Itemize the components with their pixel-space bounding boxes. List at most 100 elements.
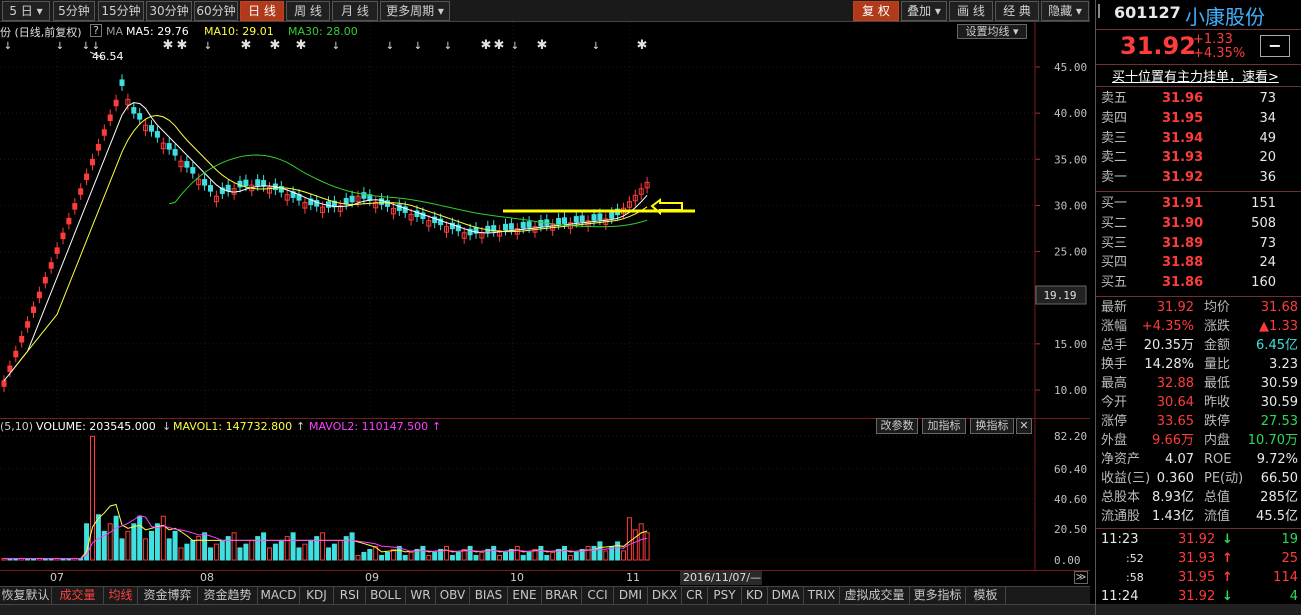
event-marker-icon[interactable]: ↓: [592, 41, 600, 52]
hide-dropdown[interactable]: 隐藏 ▾: [1041, 1, 1089, 21]
event-marker-icon[interactable]: ✱: [296, 38, 307, 53]
indicator-tab[interactable]: CR: [682, 587, 708, 605]
scroll-right-icon[interactable]: ≫: [1074, 571, 1088, 584]
volume-bar: [119, 538, 125, 561]
indicator-tab[interactable]: DMI: [614, 587, 648, 605]
event-marker-icon[interactable]: ↓: [386, 41, 394, 52]
quote-panel: 601127 小康股份 31.92 +1.33 +4.35% − 买十位置有主力…: [1095, 0, 1301, 615]
bid-row[interactable]: 买一 31.91 151: [1096, 194, 1301, 213]
volume-bar: [202, 532, 208, 561]
event-marker-icon[interactable]: ✱: [637, 38, 648, 53]
bid-row[interactable]: 买三 31.89 73: [1096, 234, 1301, 253]
ask-row[interactable]: 卖二 31.93 20: [1096, 148, 1301, 167]
more-periods-dropdown[interactable]: 更多周期 ▾: [380, 1, 450, 21]
stat-value: 33.65: [1156, 414, 1194, 429]
event-marker-icon[interactable]: ✱: [163, 38, 174, 53]
indicator-tab[interactable]: 均线: [104, 587, 138, 605]
event-marker-icon[interactable]: ↓: [332, 41, 340, 52]
indicator-tab[interactable]: KD: [742, 587, 768, 605]
volume-bar: [473, 554, 479, 561]
indicator-tab[interactable]: BOLL: [366, 587, 406, 605]
event-marker-icon[interactable]: ✱: [494, 38, 505, 53]
volume-bar: [272, 543, 278, 561]
period-5day-button[interactable]: 5 日 ▾: [2, 1, 50, 21]
indicator-tab[interactable]: TRIX: [804, 587, 840, 605]
restore-rights-button[interactable]: 复 权: [853, 1, 899, 21]
ask-row[interactable]: 卖三 31.94 49: [1096, 129, 1301, 148]
ask-row[interactable]: 卖四 31.95 34: [1096, 109, 1301, 128]
indicator-tab[interactable]: 模板: [966, 587, 1006, 605]
period-weekly-button[interactable]: 周 线: [286, 1, 330, 21]
tick-price: 31.95: [1178, 570, 1216, 585]
stat-value: 10.70万: [1247, 433, 1298, 448]
indicator-tab[interactable]: BIAS: [470, 587, 508, 605]
main-force-banner-link[interactable]: 买十位置有主力挂单，速看>: [1112, 66, 1279, 85]
bid-row[interactable]: 买四 31.88 24: [1096, 253, 1301, 272]
collapse-button[interactable]: −: [1260, 35, 1290, 57]
indicator-tab[interactable]: WR: [406, 587, 436, 605]
down-candle: [597, 213, 603, 221]
stat-value: 1.43亿: [1152, 509, 1194, 524]
overlay-dropdown[interactable]: 叠加 ▾: [901, 1, 947, 21]
indicator-tab[interactable]: DKX: [648, 587, 682, 605]
period-60min-button[interactable]: 60分钟: [194, 1, 238, 21]
event-marker-icon[interactable]: ↓: [444, 41, 452, 52]
indicator-tab[interactable]: BRAR: [542, 587, 582, 605]
period-monthly-button[interactable]: 月 线: [332, 1, 378, 21]
period-15min-button[interactable]: 15分钟: [98, 1, 144, 21]
event-marker-icon[interactable]: ✱: [481, 38, 492, 53]
period-5min-button[interactable]: 5分钟: [53, 1, 95, 21]
indicator-tab[interactable]: KDJ: [300, 587, 334, 605]
indicator-tab[interactable]: 虚拟成交量: [840, 587, 910, 605]
event-marker-icon[interactable]: ✱: [537, 38, 548, 53]
price-tick-label: 15.00: [1054, 338, 1087, 351]
indicator-tab[interactable]: 恢复默认: [0, 587, 52, 605]
indicator-tab[interactable]: DMA: [768, 587, 804, 605]
indicator-tab[interactable]: 更多指标: [910, 587, 966, 605]
event-marker-icon[interactable]: ✱: [241, 38, 252, 53]
current-price-tag: 19.19: [1043, 289, 1076, 302]
event-marker-icon[interactable]: ↓: [414, 41, 422, 52]
up-candle: [36, 291, 42, 299]
indicator-tab[interactable]: 资金趋势: [198, 587, 258, 605]
indicator-tab[interactable]: MACD: [258, 587, 300, 605]
indicator-tab[interactable]: 成交量: [52, 587, 104, 605]
down-candle: [361, 192, 367, 199]
event-marker-icon[interactable]: ✱: [177, 38, 188, 53]
ask-row[interactable]: 卖一 31.92 36: [1096, 168, 1301, 187]
event-marker-icon[interactable]: ↓: [204, 41, 212, 52]
level-label: 卖三: [1101, 130, 1128, 146]
classic-button[interactable]: 经 典: [995, 1, 1039, 21]
ask-row[interactable]: 卖五 31.96 73: [1096, 89, 1301, 108]
stat-value: 3.23: [1269, 357, 1298, 372]
volume-bar: [626, 517, 632, 561]
indicator-tab[interactable]: PSY: [708, 587, 742, 605]
level-price: 31.94: [1162, 130, 1204, 146]
indicator-tab[interactable]: CCI: [582, 587, 614, 605]
period-30min-button[interactable]: 30分钟: [146, 1, 192, 21]
down-candle: [379, 198, 385, 205]
down-candle: [225, 184, 231, 192]
event-marker-icon[interactable]: ↓: [56, 41, 64, 52]
indicator-tab[interactable]: 资金博弈: [138, 587, 198, 605]
tick-time: :52: [1126, 552, 1144, 565]
bid-row[interactable]: 买二 31.90 508: [1096, 214, 1301, 233]
indicator-tab[interactable]: RSI: [334, 587, 366, 605]
event-marker-icon[interactable]: ↓: [82, 41, 90, 52]
volume-bar: [237, 547, 243, 561]
candlestick-chart[interactable]: ↓ ↓ ↓ ↓ ✱ ✱ ↓ ✱ ✱ ✱ ↓ ↓ ↓ ↓ ✱ ✱ ↓ ✱ ↓ ✱ 45.0040.0035.0030.0…: [0, 22, 1090, 418]
event-marker-icon[interactable]: ↓: [4, 41, 12, 52]
tick-time: :58: [1126, 571, 1144, 584]
volume-bar: [331, 543, 337, 561]
event-marker-icon[interactable]: ✱: [270, 38, 281, 53]
month-label: 07: [50, 571, 64, 584]
indicator-tab[interactable]: OBV: [436, 587, 470, 605]
period-daily-button[interactable]: 日 线: [240, 1, 284, 21]
volume-bar: [402, 554, 408, 561]
indicator-tab[interactable]: ENE: [508, 587, 542, 605]
volume-chart[interactable]: 82.20 60.40 40.60 20.50 0.00: [0, 418, 1090, 570]
event-marker-icon[interactable]: ↓: [511, 41, 519, 52]
draw-line-button[interactable]: 画 线: [949, 1, 993, 21]
bid-row[interactable]: 买五 31.86 160: [1096, 273, 1301, 292]
down-candle: [172, 149, 178, 156]
